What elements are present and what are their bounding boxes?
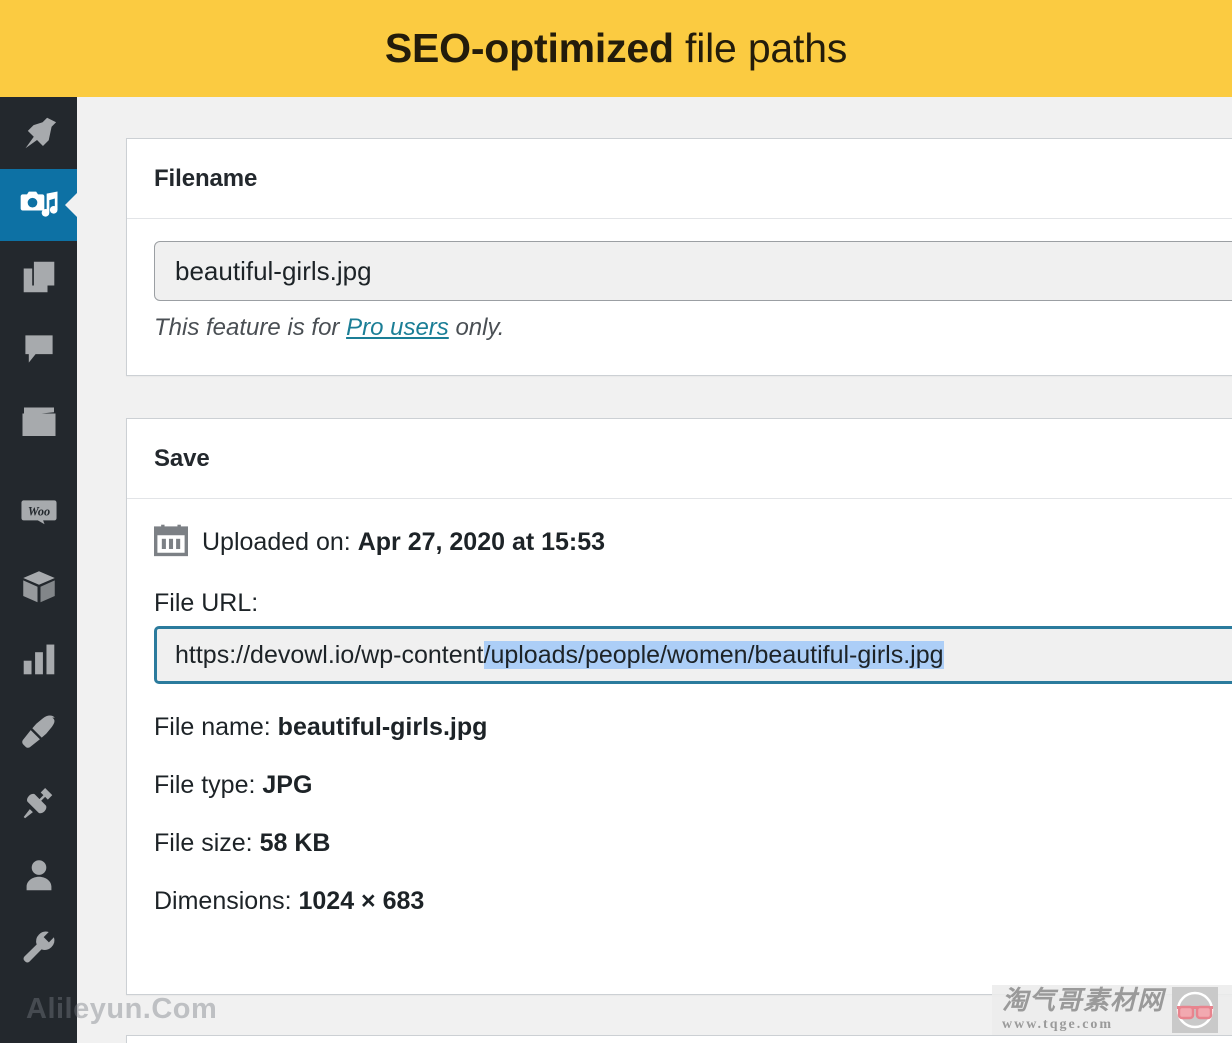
- save-panel-header: Save: [127, 419, 1232, 499]
- filename-panel: Filename This feature is for Pro users o…: [126, 138, 1232, 376]
- meta-file-type: File type: JPG: [154, 771, 1232, 800]
- sidebar-item-plugins[interactable]: [0, 767, 77, 839]
- pro-feature-note: This feature is for Pro users only.: [154, 314, 1232, 342]
- sidebar-item-woocommerce[interactable]: Woo: [0, 479, 77, 551]
- box-icon: [21, 569, 57, 605]
- bar-chart-icon: [22, 642, 56, 676]
- filename-input[interactable]: [154, 241, 1232, 301]
- meta-file-name-label: File name:: [154, 713, 278, 741]
- sidebar-item-media[interactable]: [0, 169, 78, 241]
- sidebar-item-tools[interactable]: [0, 911, 77, 983]
- pro-note-suffix: only.: [448, 314, 505, 341]
- meta-file-size-value: 58 KB: [259, 829, 331, 857]
- meta-file-name-value: beautiful-girls.jpg: [277, 713, 488, 741]
- filename-panel-header: Filename: [127, 139, 1232, 219]
- next-panel-partial: [126, 1035, 1232, 1043]
- filename-panel-title: Filename: [154, 164, 258, 192]
- sidebar-item-comments[interactable]: [0, 313, 77, 385]
- meta-dimensions-value: 1024 × 683: [298, 887, 425, 915]
- pro-note-prefix: This feature is for: [154, 314, 347, 341]
- meta-file-type-value: JPG: [262, 771, 313, 799]
- sidebar-item-slider[interactable]: [0, 385, 77, 457]
- meta-file-size: File size: 58 KB: [154, 829, 1232, 858]
- uploaded-on-row: Uploaded on: Apr 27, 2020 at 15:53: [154, 523, 1232, 562]
- plug-icon: [22, 786, 56, 820]
- meta-file-name: File name: beautiful-girls.jpg: [154, 713, 1232, 742]
- active-item-arrow-icon: [65, 192, 78, 218]
- admin-sidebar: Woo: [0, 97, 78, 1043]
- file-url-label: File URL:: [154, 589, 259, 617]
- user-icon: [22, 858, 56, 892]
- meta-file-type-label: File type:: [154, 771, 263, 799]
- save-panel-body: Uploaded on: Apr 27, 2020 at 15:53 File …: [127, 499, 1232, 916]
- save-panel-title: Save: [154, 444, 210, 472]
- sidebar-item-posts[interactable]: [0, 97, 77, 169]
- calendar-icon: [154, 523, 188, 562]
- sidebar-item-pages[interactable]: [0, 241, 77, 313]
- sidebar-item-analytics[interactable]: [0, 623, 77, 695]
- meta-dimensions: Dimensions: 1024 × 683: [154, 887, 1232, 916]
- filename-panel-body: This feature is for Pro users only.: [127, 219, 1232, 342]
- uploaded-on-value: Apr 27, 2020 at 15:53: [357, 528, 606, 556]
- video-icon: [21, 403, 57, 439]
- file-url-text: https://devowl.io/wp-content/uploads/peo…: [175, 640, 944, 670]
- paintbrush-icon: [21, 713, 57, 749]
- sidebar-divider: [0, 457, 77, 479]
- file-url-unselected-part: https://devowl.io/wp-content: [175, 640, 484, 669]
- page-title: SEO-optimized file paths: [385, 25, 847, 72]
- file-url-input[interactable]: https://devowl.io/wp-content/uploads/peo…: [154, 626, 1232, 684]
- save-panel: Save Uploaded on: Apr 27, 2020 at 15:53 …: [126, 418, 1232, 995]
- meta-file-size-label: File size:: [154, 829, 260, 857]
- pages-icon: [22, 260, 56, 294]
- wrench-icon: [21, 929, 57, 965]
- comment-icon: [22, 332, 56, 366]
- sidebar-item-users[interactable]: [0, 839, 77, 911]
- main-content: Filename This feature is for Pro users o…: [77, 97, 1232, 1043]
- file-url-selected-part: /uploads/people/women/beautiful-girls.jp…: [483, 640, 944, 669]
- svg-text:Woo: Woo: [27, 505, 49, 519]
- uploaded-on-label: Uploaded on:: [202, 528, 358, 556]
- page-banner: SEO-optimized file paths: [0, 0, 1232, 97]
- sidebar-item-products[interactable]: [0, 551, 77, 623]
- media-icon: [19, 185, 59, 225]
- woo-icon: Woo: [20, 498, 58, 532]
- sidebar-item-appearance[interactable]: [0, 695, 77, 767]
- pro-users-link[interactable]: Pro users: [346, 314, 449, 341]
- page-title-regular: file paths: [673, 25, 848, 71]
- uploaded-on-text: Uploaded on: Apr 27, 2020 at 15:53: [202, 528, 605, 557]
- meta-dimensions-label: Dimensions:: [154, 887, 299, 915]
- page-title-bold: SEO-optimized: [384, 25, 674, 71]
- pin-icon: [21, 115, 57, 151]
